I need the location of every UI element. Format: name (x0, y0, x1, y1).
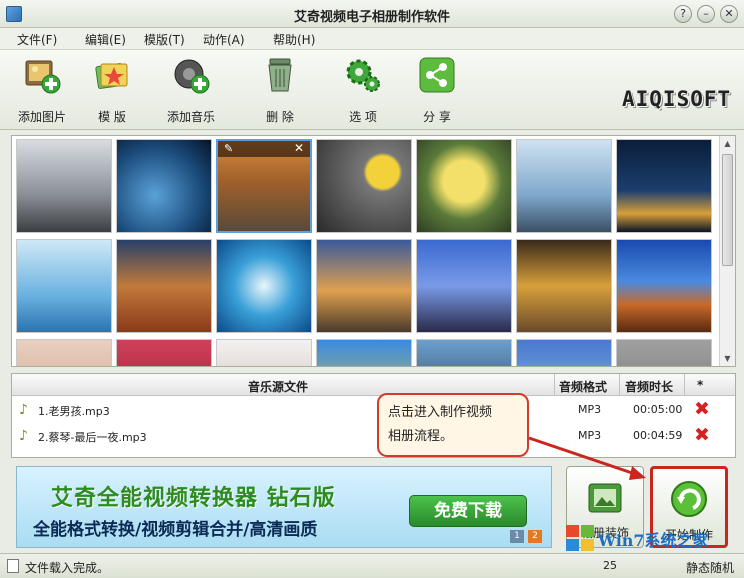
photo-thumbnail[interactable] (16, 139, 112, 233)
music-row[interactable]: ♪ 1.老男孩.mp3 MP3 00:05:00 ✖ (12, 397, 735, 423)
close-window-button[interactable]: ✕ (720, 5, 738, 23)
music-row[interactable]: ♪ 2.蔡琴-最后一夜.mp3 MP3 00:04:59 ✖ (12, 423, 735, 449)
status-bar: 文件载入完成。 25 静态随机 (0, 553, 744, 578)
status-rate: 25 (603, 559, 617, 572)
header-star: * (697, 378, 704, 392)
photo-thumbnail[interactable] (216, 239, 312, 333)
music-note-icon: ♪ (19, 402, 28, 418)
photo-thumbnail[interactable] (116, 339, 212, 366)
add-image-button[interactable]: 添加图片 (10, 56, 74, 128)
ad-headline: 艾奇全能视频转换器 钻石版 (51, 486, 336, 511)
menu-help[interactable]: 帮助(H) (273, 31, 315, 48)
ad-banner[interactable]: 艾奇全能视频转换器 钻石版 全能格式转换/视频剪辑合并/高清画质 免费下载 1 … (16, 466, 552, 548)
document-icon (7, 559, 19, 573)
photo-thumbnail[interactable] (516, 239, 612, 333)
watermark-text: Win7系统之家 (598, 531, 709, 550)
photo-thumbnail[interactable] (16, 339, 112, 366)
menu-action[interactable]: 动作(A) (203, 31, 245, 48)
ad-page-1[interactable]: 1 (510, 530, 524, 543)
photo-gallery[interactable]: ✎ ✕ ▲ ▼ (11, 135, 736, 367)
header-format[interactable]: 音频格式 (559, 378, 607, 395)
photo-thumbnail[interactable] (616, 339, 712, 366)
photo-thumbnail[interactable] (316, 339, 412, 366)
edit-icon[interactable]: ✎ (224, 142, 233, 155)
photo-thumbnail-selected[interactable]: ✎ ✕ (216, 139, 312, 233)
menu-bar: 文件(F) 编辑(E) 模版(T) 动作(A) 帮助(H) (0, 28, 744, 50)
add-music-label: 添加音乐 (166, 110, 215, 124)
gallery-scrollbar[interactable]: ▲ ▼ (719, 136, 735, 366)
photo-thumbnail[interactable] (616, 239, 712, 333)
picture-frame-icon (588, 483, 622, 513)
header-source-file[interactable]: 音乐源文件 (248, 378, 308, 395)
menu-file[interactable]: 文件(F) (17, 31, 57, 48)
remove-photo-icon[interactable]: ✕ (294, 141, 304, 155)
watermark: Win7系统之家 (560, 520, 744, 556)
window-title: 艾奇视频电子相册制作软件 (293, 10, 450, 25)
music-file-name: 2.蔡琴-最后一夜.mp3 (38, 431, 147, 444)
menu-template[interactable]: 模版(T) (144, 31, 185, 48)
free-download-button[interactable]: 免费下载 (409, 495, 527, 527)
add-image-icon (25, 60, 61, 94)
photo-thumbnail[interactable] (16, 239, 112, 333)
options-button[interactable]: 选 项 (331, 56, 395, 128)
hint-line-2: 相册流程。 (388, 429, 454, 444)
music-table-header: 音乐源文件 音频格式 音频时长 * (12, 374, 735, 396)
photo-thumbnail[interactable] (516, 339, 612, 366)
hint-callout: 点击进入制作视频 相册流程。 (377, 393, 529, 457)
photo-thumbnail[interactable] (316, 139, 412, 233)
delete-label: 删 除 (266, 110, 294, 124)
music-list: 音乐源文件 音频格式 音频时长 * ♪ 1.老男孩.mp3 MP3 00:05:… (11, 373, 736, 458)
share-button[interactable]: 分 享 (405, 56, 469, 128)
thumbnail-toolbar: ✎ ✕ (218, 141, 310, 157)
gear-icon (346, 59, 380, 92)
help-button[interactable]: ? (674, 5, 692, 23)
minimize-button[interactable]: – (697, 5, 715, 23)
photo-thumbnail[interactable] (616, 139, 712, 233)
delete-button[interactable]: 删 除 (248, 56, 312, 128)
delete-music-icon[interactable]: ✖ (694, 398, 710, 420)
photo-thumbnail[interactable] (116, 139, 212, 233)
ad-subline: 全能格式转换/视频剪辑合并/高清画质 (33, 520, 318, 540)
delete-music-icon[interactable]: ✖ (694, 424, 710, 446)
scrollbar-thumb[interactable] (722, 154, 733, 266)
ad-page-2[interactable]: 2 (528, 530, 542, 543)
header-duration[interactable]: 音频时长 (625, 378, 673, 395)
template-button[interactable]: 模 版 (80, 56, 144, 128)
status-mode[interactable]: 静态随机 (686, 559, 734, 576)
photo-thumbnail[interactable] (216, 339, 312, 366)
photo-thumbnail[interactable] (416, 139, 512, 233)
music-duration: 00:04:59 (633, 429, 683, 442)
music-format: MP3 (578, 403, 602, 416)
hint-line-1: 点击进入制作视频 (388, 405, 493, 420)
photo-thumbnail[interactable] (516, 139, 612, 233)
add-music-button[interactable]: 添加音乐 (159, 56, 223, 128)
template-icon (95, 63, 128, 89)
music-file-name: 1.老男孩.mp3 (38, 405, 110, 418)
status-message: 文件载入完成。 (25, 561, 110, 575)
options-label: 选 项 (349, 110, 377, 124)
share-icon (419, 57, 455, 93)
add-image-label: 添加图片 (17, 110, 66, 124)
music-format: MP3 (578, 429, 602, 442)
add-music-icon (174, 59, 210, 94)
photo-thumbnail[interactable] (416, 239, 512, 333)
share-label: 分 享 (423, 110, 451, 124)
photo-thumbnail[interactable] (116, 239, 212, 333)
music-duration: 00:05:00 (633, 403, 683, 416)
scroll-up-icon[interactable]: ▲ (720, 136, 735, 151)
scroll-down-icon[interactable]: ▼ (720, 351, 735, 366)
photo-thumbnail[interactable] (416, 339, 512, 366)
brand-logo: AIQISOFT (622, 87, 732, 111)
title-bar: 艾奇视频电子相册制作软件 ? – ✕ (0, 0, 744, 28)
trash-icon (268, 58, 292, 92)
windows-logo-icon (566, 525, 594, 551)
music-note-icon: ♪ (19, 428, 28, 444)
photo-thumbnail[interactable] (316, 239, 412, 333)
refresh-arrow-icon (671, 481, 707, 517)
template-label: 模 版 (98, 110, 126, 124)
menu-edit[interactable]: 编辑(E) (85, 31, 126, 48)
